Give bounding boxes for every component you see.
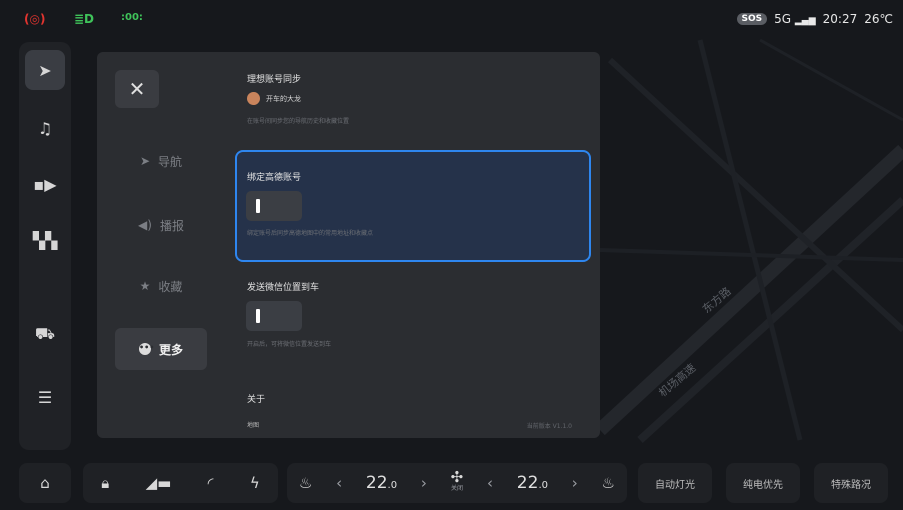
settings-tab-favorites[interactable]: ★ 收藏 — [115, 265, 207, 307]
climate-controls: ♨ ‹ 22.0 › ✣ 关闭 ‹ 22.0 › ♨ — [287, 463, 627, 503]
signal-icon: ▂▄▆ — [794, 16, 816, 26]
tab-label: 导航 — [158, 154, 183, 169]
warning-icon: (◎) — [24, 12, 46, 26]
music-icon: ♫ — [37, 118, 53, 138]
right-temperature[interactable]: 22.0 — [517, 473, 548, 493]
left-temp-increase-button[interactable]: › — [421, 474, 427, 492]
close-icon: ✕ — [128, 77, 146, 101]
settings-tab-broadcast[interactable]: ◀) 播报 — [115, 204, 207, 246]
rail-controls-button[interactable]: ☰ — [25, 377, 65, 417]
rail-music-button[interactable]: ♫ — [25, 108, 65, 148]
tab-label: 播报 — [159, 218, 184, 233]
wiper-icon[interactable]: ◜ — [208, 474, 214, 492]
position-light-icon: :00: — [121, 12, 143, 23]
speaker-icon: ◀) — [138, 218, 152, 232]
video-icon: ▪▶ — [33, 174, 57, 194]
version-label: 当前版本 V1.1.0 — [526, 423, 572, 430]
quick-button-label: 自动灯光 — [655, 479, 695, 491]
quick-button-label: 纯电优先 — [743, 479, 783, 491]
rail-apps-button[interactable]: ▚▚ — [25, 220, 65, 260]
left-rail: ➤ ♫ ▪▶ ▚▚ ⛟ ☰ — [19, 42, 71, 450]
car-icon: ⛟ — [34, 323, 56, 343]
auto-lights-button[interactable]: 自动灯光 — [638, 463, 712, 503]
avatar — [247, 92, 260, 105]
bind-account-title: 绑定高德账号 — [247, 173, 302, 183]
clock: 20:27 — [822, 12, 858, 26]
toggle-knob — [256, 309, 260, 323]
ev-priority-button[interactable]: 纯电优先 — [726, 463, 800, 503]
wechat-location-toggle[interactable] — [246, 301, 302, 331]
fan-button[interactable]: ✣ 关闭 — [450, 468, 464, 495]
wechat-location-desc: 开启后，可将微信位置发送到车 — [247, 341, 332, 348]
about-item[interactable]: 地图 — [247, 420, 259, 429]
settings-tab-navigation[interactable]: ➤ 导航 — [115, 140, 207, 182]
lock-icon[interactable]: 🔒︎ — [101, 474, 109, 492]
special-road-button[interactable]: 特殊路况 — [814, 463, 888, 503]
apps-icon: ▚▚ — [32, 230, 58, 250]
star-icon: ★ — [139, 279, 151, 293]
settings-tab-more[interactable]: ••• 更多 — [115, 328, 207, 370]
vehicle-controls: 🔒︎ ◢▬ ◜ ϟ — [83, 463, 278, 503]
home-icon: ⌂ — [40, 474, 50, 492]
fan-icon: ✣ — [450, 468, 464, 486]
account-name: 开车的大龙 — [266, 94, 301, 103]
headlight-icon: ≣D — [74, 12, 95, 26]
network-indicator: 5G ▂▄▆ — [774, 12, 816, 26]
quick-button-label: 特殊路况 — [831, 479, 871, 491]
rail-navigation-button[interactable]: ➤ — [25, 50, 65, 90]
bind-account-toggle[interactable] — [246, 191, 302, 221]
home-button[interactable]: ⌂ — [19, 463, 71, 503]
rail-car-button[interactable]: ⛟ — [25, 314, 65, 354]
left-temp-decrease-button[interactable]: ‹ — [336, 474, 342, 492]
trunk-icon[interactable]: ◢▬ — [146, 474, 172, 492]
toggle-knob — [256, 199, 260, 213]
controls-icon: ☰ — [37, 387, 53, 407]
fan-label: 关闭 — [450, 485, 463, 492]
rail-video-button[interactable]: ▪▶ — [25, 164, 65, 204]
close-button[interactable]: ✕ — [115, 70, 159, 108]
sos-badge[interactable]: SOS — [736, 13, 768, 25]
right-temp-decrease-button[interactable]: ‹ — [487, 474, 493, 492]
bind-account-desc: 绑定账号后同步高德地图中的常用地址和收藏点 — [247, 230, 374, 237]
bottom-bar: ⌂ 🔒︎ ◢▬ ◜ ϟ ♨ ‹ 22.0 › ✣ 关闭 ‹ 22.0 › ♨ 自… — [0, 455, 903, 510]
account-sync-title: 理想账号同步 — [247, 75, 302, 85]
navigation-icon: ➤ — [38, 60, 52, 80]
tab-label: 更多 — [158, 342, 183, 357]
about-title: 关于 — [247, 395, 266, 405]
more-icon: ••• — [138, 343, 154, 355]
map-settings-panel: ✕ ➤ 导航 ◀) 播报 ★ 收藏 ••• 更多 理想账号同步 开车的大龙 在账… — [97, 52, 600, 438]
status-bar: (◎) ≣D :00: SOS 5G ▂▄▆ 20:27 26℃ — [0, 0, 903, 40]
navigation-icon: ➤ — [139, 154, 151, 168]
outside-temperature: 26℃ — [864, 12, 893, 26]
tab-label: 收藏 — [158, 279, 183, 294]
wechat-location-title: 发送微信位置到车 — [247, 283, 320, 293]
charge-icon[interactable]: ϟ — [250, 474, 260, 492]
right-seat-heat-icon[interactable]: ♨ — [602, 474, 615, 492]
left-temperature[interactable]: 22.0 — [366, 473, 397, 493]
right-temp-increase-button[interactable]: › — [572, 474, 578, 492]
account-sync-desc: 在账号间同步您的导航历史和收藏位置 — [247, 118, 350, 125]
account-row[interactable]: 开车的大龙 — [247, 92, 301, 105]
left-seat-heat-icon[interactable]: ♨ — [299, 474, 312, 492]
